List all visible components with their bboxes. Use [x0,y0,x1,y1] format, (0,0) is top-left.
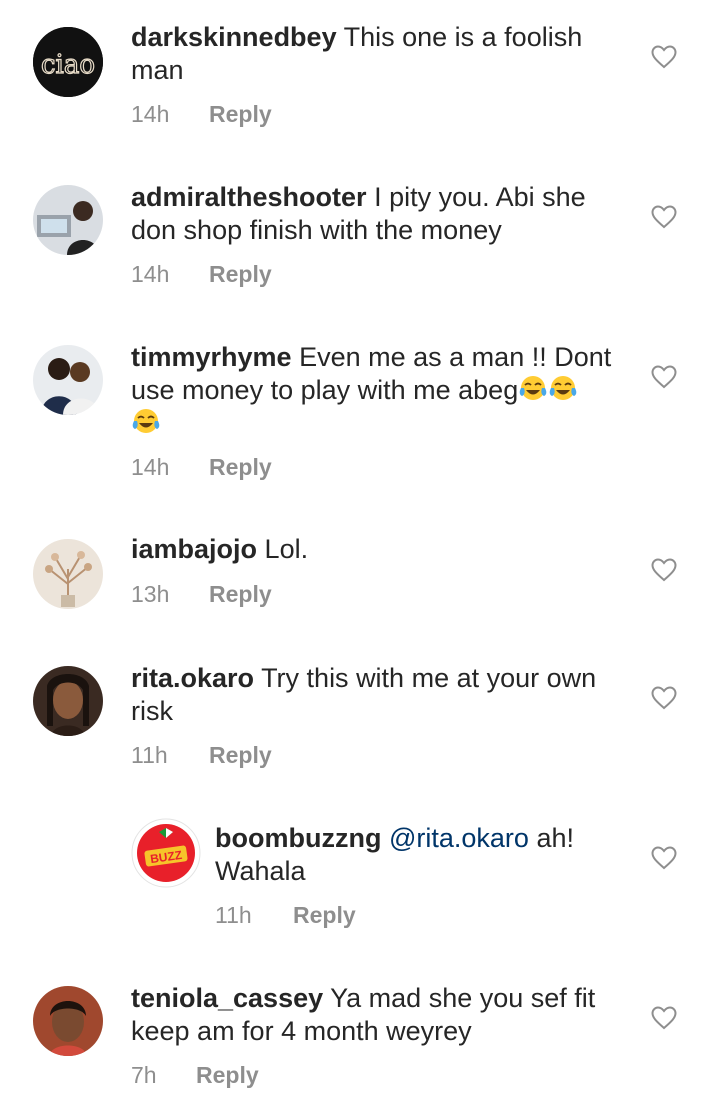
photo-avatar-icon [33,666,103,736]
reply-button[interactable]: Reply [293,902,356,928]
heart-icon[interactable] [651,45,677,69]
photo-avatar-icon [33,345,103,415]
face-with-tears-of-joy-icon [519,376,547,400]
avatar[interactable]: ciao [33,27,103,97]
reply-button[interactable]: Reply [209,261,272,287]
svg-text:ciao: ciao [41,50,95,80]
heart-icon[interactable] [651,558,677,582]
mention-link[interactable]: @rita.okaro [389,823,529,853]
comment-username[interactable]: darkskinnedbey [131,22,337,52]
reply-button[interactable]: Reply [209,101,272,127]
comment-username[interactable]: iambajojo [131,534,257,564]
comment-time: 13h [131,581,170,607]
comment-time: 11h [215,902,252,928]
comment-time: 14h [131,101,170,127]
avatar[interactable] [33,345,103,415]
comment-username[interactable]: admiraltheshooter [131,182,367,212]
reply-button[interactable]: Reply [209,581,272,607]
heart-icon[interactable] [651,205,677,229]
comment-time: 11h [131,742,168,768]
reply-button[interactable]: Reply [209,742,272,768]
photo-avatar-icon [33,986,103,1056]
photo-avatar-icon [33,539,103,609]
comment-time: 7h [131,1062,157,1088]
avatar[interactable] [33,986,103,1056]
reply-button[interactable]: Reply [209,454,272,480]
photo-avatar-icon [33,185,103,255]
ciao-neon-avatar-icon: ciao [33,27,103,97]
comment-username[interactable]: timmyrhyme [131,342,292,372]
heart-icon[interactable] [651,846,677,870]
face-with-tears-of-joy-icon [132,409,160,433]
heart-icon[interactable] [651,365,677,389]
avatar[interactable] [33,666,103,736]
reply-button[interactable]: Reply [196,1062,259,1088]
avatar[interactable]: BUZZ [131,818,201,888]
buzz-logo-avatar-icon: BUZZ [131,818,201,888]
comment-text: Lol. [264,534,309,564]
heart-icon[interactable] [651,686,677,710]
comment-time: 14h [131,454,170,480]
comment-username[interactable]: teniola_cassey [131,983,323,1013]
comment-username[interactable]: rita.okaro [131,663,254,693]
comment-username[interactable]: boombuzzng [215,823,381,853]
heart-icon[interactable] [651,1006,677,1030]
avatar[interactable] [33,185,103,255]
face-with-tears-of-joy-icon [549,376,577,400]
avatar[interactable] [33,539,103,609]
comment-time: 14h [131,261,170,287]
